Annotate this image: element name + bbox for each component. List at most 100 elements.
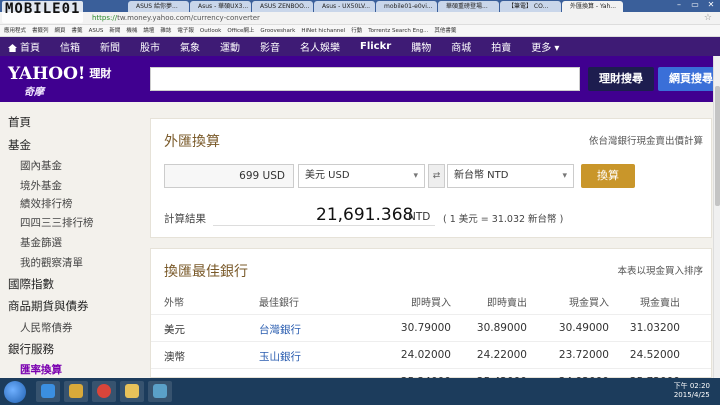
topnav-item[interactable]: 拍賣: [491, 39, 511, 54]
sidebar-item[interactable]: 銀行服務: [8, 341, 54, 357]
topnav-item-label: 名人娛樂: [300, 43, 340, 54]
search-input[interactable]: [150, 67, 580, 91]
bookmark-item[interactable]: 行動: [351, 25, 362, 36]
bookmark-item[interactable]: 雜誌: [160, 25, 171, 36]
browser-tab[interactable]: ASUS 給你夢...: [128, 1, 189, 12]
bookmark-item[interactable]: Grooveshark: [260, 25, 295, 36]
topnav-item[interactable]: 首頁: [8, 39, 40, 54]
sidebar-item[interactable]: 國際指數: [8, 276, 54, 292]
url-text[interactable]: https://tw.money.yahoo.com/currency-conv…: [92, 14, 260, 22]
convert-button[interactable]: 換算: [581, 164, 635, 188]
table-cell: 24.52000: [629, 349, 680, 361]
bookmark-item[interactable]: ASUS: [89, 25, 104, 36]
browser-tab[interactable]: mobile01-e0vi...: [376, 1, 437, 12]
sidebar-item[interactable]: 基金篩選: [20, 235, 62, 250]
topnav-item[interactable]: 商城: [451, 39, 471, 54]
bookmark-item[interactable]: 論壇: [143, 25, 154, 36]
window-controls: – ▭ ✕: [672, 0, 718, 10]
bookmarks-bar: 應用程式 書籤列 網頁 書籤 ASUS 新聞 機械 論壇 雜誌 電子報 Outlook Office網…: [0, 25, 720, 37]
browser-tab[interactable]: Asus - 華碩UX3...: [190, 1, 251, 12]
folder-taskbar-icon[interactable]: [120, 381, 144, 402]
topnav-item[interactable]: 新聞: [100, 39, 120, 54]
sidebar-item[interactable]: 我的觀察清單: [20, 255, 83, 270]
browser-tab[interactable]: 外匯換算 - Yah...: [562, 1, 623, 12]
start-button-icon[interactable]: [4, 381, 26, 403]
swap-icon[interactable]: ⇄: [428, 164, 445, 188]
sidebar-item[interactable]: 境外基金: [20, 178, 62, 193]
sidebar-item[interactable]: 基金: [8, 137, 31, 153]
table-cell: 澳幣: [164, 351, 185, 363]
sidebar-item[interactable]: 國內基金: [20, 158, 62, 173]
chevron-down-icon: ▾: [413, 171, 418, 181]
app-taskbar-icon[interactable]: [148, 381, 172, 402]
topnav-item[interactable]: 股市: [140, 39, 160, 54]
bookmark-item[interactable]: Outlook: [200, 25, 221, 36]
bookmark-item[interactable]: HiNet hichannel: [301, 25, 345, 36]
sidebar-item[interactable]: 人民幣債券: [20, 320, 73, 335]
bookmark-item[interactable]: 應用程式: [4, 25, 26, 36]
topnav-item[interactable]: 信箱: [60, 39, 80, 54]
from-currency-select[interactable]: 美元 USD ▾: [298, 164, 425, 188]
result-value: 21,691.368: [316, 205, 414, 225]
best-bank-title: 換匯最佳銀行: [164, 264, 248, 280]
bookmark-item[interactable]: 機械: [126, 25, 137, 36]
minimize-icon[interactable]: –: [672, 0, 686, 10]
browser-tab-strip: ASUS 給你夢... Asus - 華碩UX3... ASUS ZENBOO...…: [0, 0, 720, 12]
topnav-item[interactable]: 影音: [260, 39, 280, 54]
topnav-item-label: 商城: [451, 43, 472, 54]
site-header: YAHOO! 理財 奇摩 理財搜尋 網頁搜尋: [0, 56, 720, 102]
sidebar-item[interactable]: 首頁: [8, 114, 31, 130]
close-icon[interactable]: ✕: [704, 0, 718, 10]
bank-link[interactable]: 台灣銀行: [259, 322, 301, 337]
web-search-button[interactable]: 網頁搜尋: [658, 67, 720, 91]
maximize-icon[interactable]: ▭: [688, 0, 702, 10]
finance-search-button[interactable]: 理財搜尋: [588, 67, 654, 91]
topnav-item[interactable]: 運動: [220, 39, 240, 54]
yahoo-logo[interactable]: YAHOO! 理財: [8, 64, 111, 84]
sidebar-item[interactable]: 匯率換算: [20, 362, 62, 377]
to-currency-select[interactable]: 新台幣 NTD ▾: [447, 164, 574, 188]
topnav-item-label: 運動: [220, 43, 240, 54]
topnav-item-label: 拍賣: [491, 43, 512, 54]
topnav-item-label: 信箱: [60, 43, 80, 54]
table-row[interactable]: 澳幣 玉山銀行 24.02000 24.22000 23.72000 24.52000: [151, 341, 711, 367]
bookmark-item[interactable]: 書籤: [72, 25, 83, 36]
bookmark-item[interactable]: 電子報: [177, 25, 194, 36]
topnav-item[interactable]: Flickr: [360, 41, 391, 52]
browser-tab[interactable]: Asus - UX50LV...: [314, 1, 375, 12]
sidebar-item[interactable]: 四四三三排行榜: [20, 215, 94, 230]
topnav-item[interactable]: 購物: [411, 39, 431, 54]
table-header: 現金賣出: [640, 298, 680, 309]
scrollbar-thumb[interactable]: [715, 86, 720, 206]
bookmark-item[interactable]: Torrentz Search Eng...: [368, 25, 428, 36]
converter-note: 依台灣銀行現金賣出價計算: [588, 136, 703, 147]
topnav-item-label: 購物: [411, 43, 432, 54]
sidebar-item[interactable]: 績效排行榜: [20, 196, 73, 211]
bookmark-item[interactable]: 其他書籤: [434, 25, 456, 36]
ie-taskbar-icon[interactable]: [36, 381, 60, 402]
best-bank-panel: 換匯最佳銀行 本表以現金買入排序 外幣 最佳銀行 即時買入 即時賣出 現金買入 現金賣出美…: [150, 248, 712, 390]
bookmark-star-icon[interactable]: ☆: [704, 13, 712, 23]
address-bar[interactable]: https://tw.money.yahoo.com/currency-conv…: [0, 12, 720, 25]
topnav-item[interactable]: 名人娛樂: [300, 39, 340, 54]
chrome-taskbar-icon[interactable]: [92, 381, 116, 402]
explorer-taskbar-icon[interactable]: [64, 381, 88, 402]
chevron-down-icon: ▾: [562, 171, 567, 181]
table-row[interactable]: 美元 台灣銀行 30.79000 30.89000 30.49000 31.03200: [151, 314, 711, 340]
bookmark-item[interactable]: 書籤列: [32, 25, 49, 36]
browser-tab[interactable]: ASUS ZENBOO...: [252, 1, 313, 12]
page-scrollbar[interactable]: [713, 56, 720, 378]
topnav-item[interactable]: 更多 ▾: [531, 39, 559, 54]
sidebar-item[interactable]: 商品期貨與債券: [8, 298, 89, 314]
bookmark-item[interactable]: 網頁: [55, 25, 66, 36]
bank-link[interactable]: 玉山銀行: [259, 349, 301, 364]
main-content: 外匯換算 依台灣銀行現金賣出價計算 699 USD 美元 USD ▾ ⇄ 新台幣 …: [150, 102, 720, 390]
topnav-item[interactable]: 氣象: [180, 39, 200, 54]
bookmark-item[interactable]: Office網上: [227, 25, 254, 36]
system-clock[interactable]: 下午 02:20 2015/4/25: [674, 382, 710, 400]
browser-tab[interactable]: 【筆電】 CO...: [500, 1, 561, 12]
amount-input[interactable]: 699 USD: [164, 164, 294, 188]
browser-tab[interactable]: 華碩重磅登場...: [438, 1, 499, 12]
topnav-item-label: 影音: [260, 43, 280, 54]
bookmark-item[interactable]: 新聞: [109, 25, 120, 36]
